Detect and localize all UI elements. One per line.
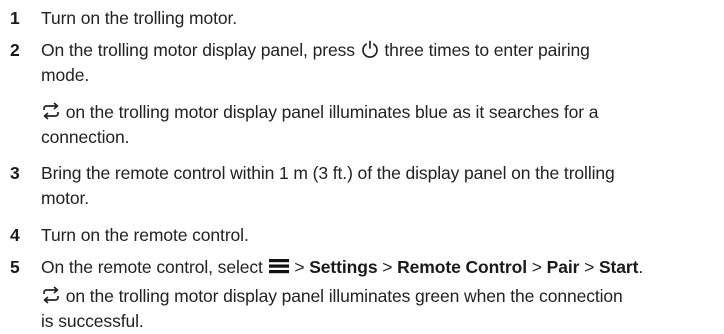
step-text-line2: mode. — [41, 65, 90, 85]
menu-icon — [268, 259, 289, 274]
step-5-result-note: on the trolling motor display panel illu… — [41, 284, 721, 334]
step-number: 5 — [10, 257, 20, 277]
step-2-result-note: on the trolling motor display panel illu… — [41, 100, 721, 150]
path-separator: > — [526, 257, 547, 277]
path-separator: > — [289, 257, 310, 277]
note-text-line2: connection. — [41, 127, 130, 147]
note-text: on the trolling motor display panel illu… — [61, 102, 599, 122]
pairing-arrows-icon — [43, 102, 59, 120]
step-text-before: On the trolling motor display panel, pre… — [41, 40, 355, 60]
step-number: 2 — [10, 40, 20, 60]
step-number: 1 — [10, 8, 20, 28]
path-separator: > — [377, 257, 398, 277]
note-text: on the trolling motor display panel illu… — [61, 286, 623, 306]
power-icon — [361, 40, 378, 58]
path-separator: > — [579, 257, 599, 277]
instruction-document: 1 Turn on the trolling motor. 2 On the t… — [0, 0, 724, 331]
note-text-line2: is successful. — [41, 311, 144, 331]
step-number: 3 — [10, 163, 20, 183]
step-text: Turn on the trolling motor. — [41, 8, 238, 28]
step-number: 4 — [10, 225, 20, 245]
step-text-line2: motor. — [41, 188, 90, 208]
step-text-line1: Bring the remote control within 1 m (3 f… — [41, 163, 615, 183]
step-text: On the trolling motor display panel, pre… — [41, 38, 721, 88]
menu-path-settings: Settings — [309, 257, 378, 277]
pairing-arrows-icon — [43, 286, 59, 304]
step-text-after: three times to enter pairing — [379, 40, 590, 60]
menu-path-pair: Pair — [546, 257, 580, 277]
step-text: On the remote control, select > Settings… — [41, 255, 721, 280]
step-text: Bring the remote control within 1 m (3 f… — [41, 161, 721, 211]
step-text: Turn on the remote control. — [41, 225, 249, 245]
menu-path-remote-control: Remote Control — [397, 257, 527, 277]
step-text-prefix: On the remote control, select — [41, 257, 268, 277]
step-text-end: . — [638, 257, 644, 277]
menu-path-start: Start — [598, 257, 639, 277]
